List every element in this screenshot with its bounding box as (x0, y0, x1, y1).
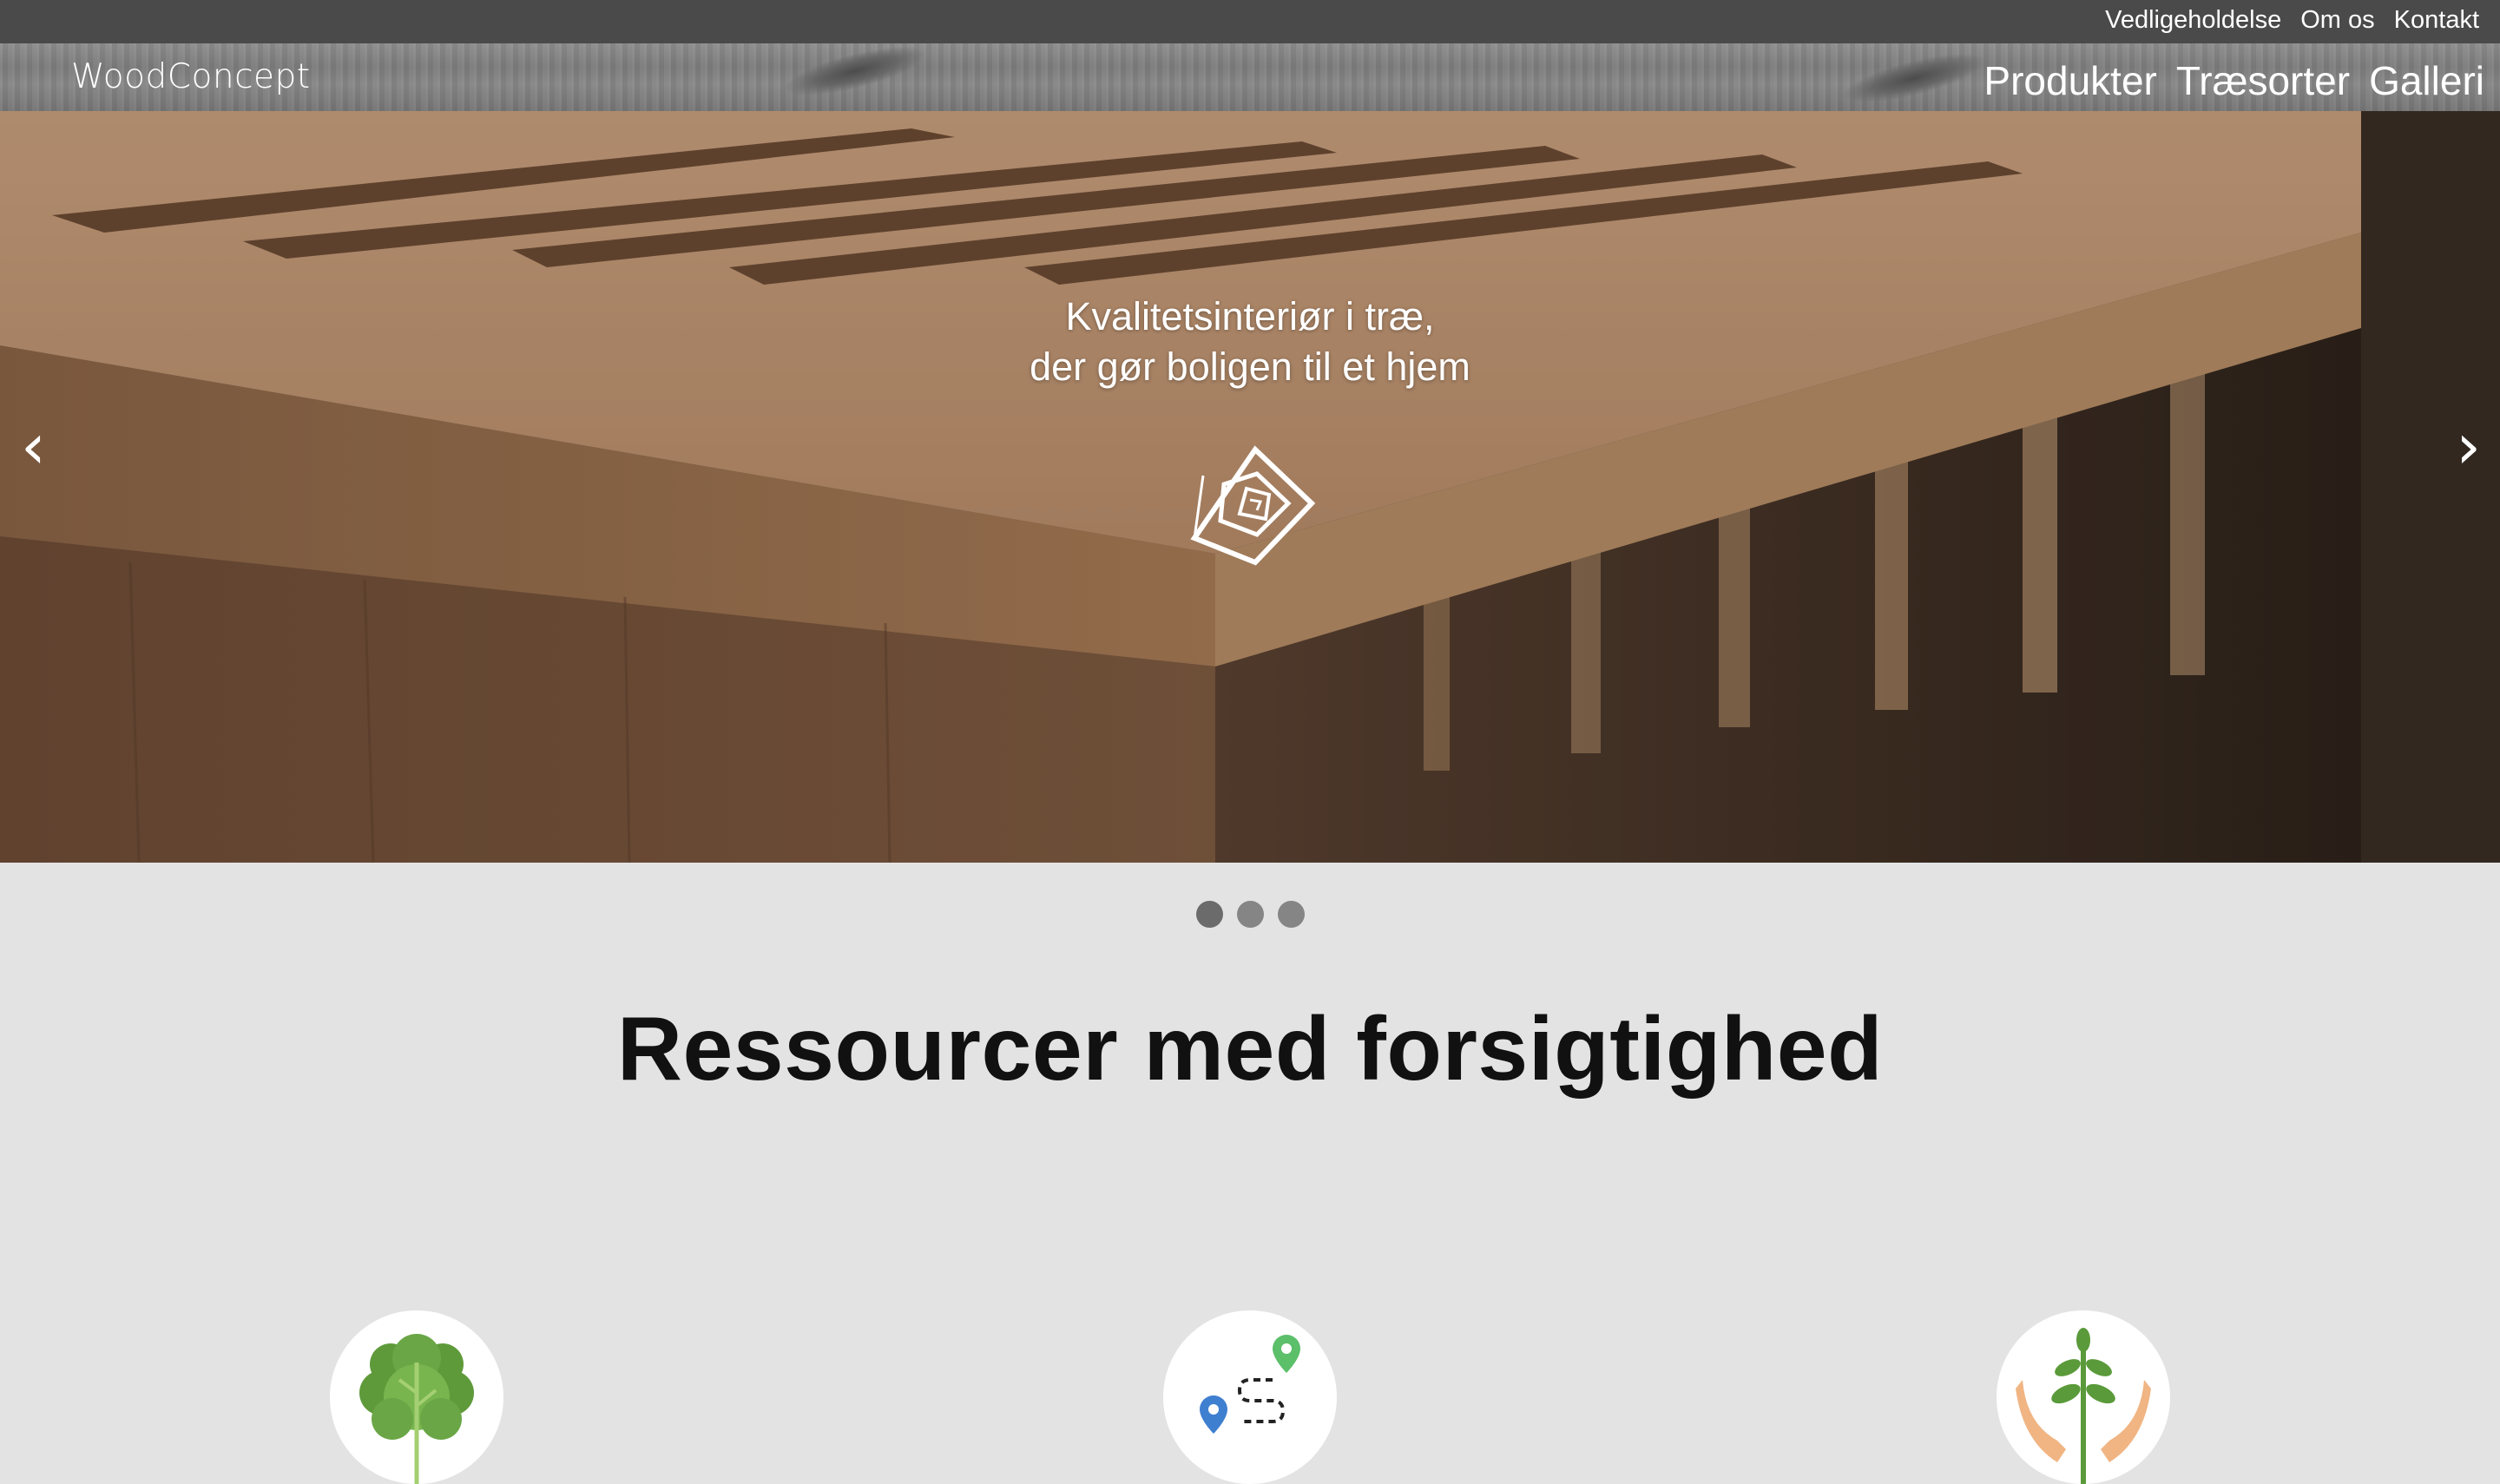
carousel-dot-3[interactable] (1277, 901, 1305, 928)
utility-bar: Vedligeholdelse Om os Kontakt (0, 0, 2500, 43)
hero-carousel: Kvalitetsinteriør i træ, der gør boligen… (0, 111, 2500, 863)
carousel-dot-1[interactable] (1195, 901, 1223, 928)
nav-galleri[interactable]: Galleri (2369, 57, 2484, 104)
spiral-logo-icon (1190, 445, 1316, 566)
feature-route (1163, 1310, 1337, 1484)
carousel-dot-2[interactable] (1236, 901, 1264, 928)
hands-plant-icon (2016, 1328, 2151, 1484)
hero-tagline: Kvalitetsinteriør i træ, der gør boligen… (0, 292, 2500, 392)
utility-links: Vedligeholdelse Om os Kontakt (2105, 0, 2479, 40)
feature-hands-plant (1997, 1310, 2170, 1484)
link-vedligeholdelse[interactable]: Vedligeholdelse (2105, 6, 2281, 35)
section-title: Ressourcer med forsigtighed (616, 999, 1884, 1100)
wood-knot-decoration (779, 36, 931, 106)
hero-tagline-line1: Kvalitetsinteriør i træ, (1065, 294, 1435, 338)
nav-traesorter[interactable]: Træsorter (2176, 57, 2350, 104)
hero-tagline-line2: der gør boligen til et hjem (1030, 345, 1470, 389)
carousel-indicators (0, 901, 2500, 928)
carousel-prev-button[interactable]: ‹ (21, 415, 46, 477)
feature-tree (330, 1310, 503, 1484)
brand-logo[interactable]: WoodConcept (71, 52, 311, 101)
link-om-os[interactable]: Om os (2300, 6, 2374, 35)
nav-produkter[interactable]: Produkter (1984, 57, 2156, 104)
wood-knot-decoration (1838, 43, 1990, 113)
route-map-icon (1200, 1335, 1300, 1434)
main-nav: Produkter Træsorter Galleri (1984, 52, 2484, 109)
main-header: WoodConcept Produkter Træsorter Galleri (0, 36, 2500, 113)
carousel-next-button[interactable]: › (2456, 415, 2481, 477)
link-kontakt[interactable]: Kontakt (2394, 6, 2479, 35)
tree-icon (359, 1334, 474, 1484)
